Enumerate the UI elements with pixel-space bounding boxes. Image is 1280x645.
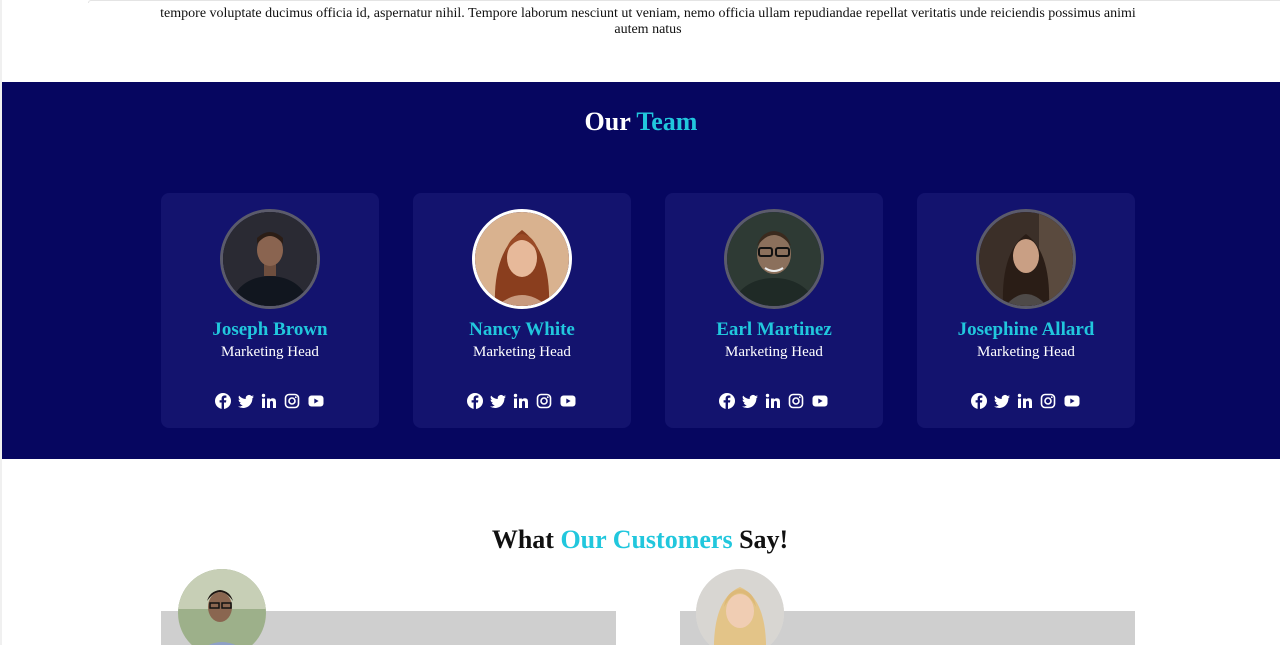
avatar (472, 209, 572, 309)
social-links (917, 393, 1135, 409)
social-links (665, 393, 883, 409)
instagram-icon[interactable] (1040, 393, 1056, 409)
team-section: Our Team Joseph Brown Marketing Head Nan… (2, 82, 1280, 459)
member-role: Marketing Head (473, 344, 571, 360)
facebook-icon[interactable] (719, 393, 735, 409)
avatar-photo-earl (727, 212, 821, 306)
testimonial-avatar (178, 569, 266, 645)
customers-title-prefix: What (491, 525, 554, 554)
linkedin-icon[interactable] (513, 393, 529, 409)
team-title-prefix: Our (584, 107, 631, 136)
twitter-icon[interactable] (742, 393, 758, 409)
instagram-icon[interactable] (284, 393, 300, 409)
testimonial-avatar (696, 569, 784, 645)
twitter-icon[interactable] (490, 393, 506, 409)
avatar (976, 209, 1076, 309)
member-name: Joseph Brown (212, 319, 328, 340)
about-paragraph: tempore voluptate ducimus officia id, as… (160, 6, 1136, 37)
avatar-photo-nancy (475, 212, 569, 306)
social-links (161, 393, 379, 409)
youtube-icon[interactable] (811, 393, 829, 409)
avatar (220, 209, 320, 309)
youtube-icon[interactable] (1063, 393, 1081, 409)
member-role: Marketing Head (977, 344, 1075, 360)
avatar (724, 209, 824, 309)
member-role: Marketing Head (725, 344, 823, 360)
customers-title-accent: Our Customers (560, 525, 733, 554)
avatar-photo-joseph (223, 212, 317, 306)
twitter-icon[interactable] (238, 393, 254, 409)
team-card: Joseph Brown Marketing Head (161, 193, 379, 428)
testimonial-photo-man (178, 569, 266, 645)
member-name: Earl Martinez (716, 319, 832, 340)
customers-title-suffix: Say! (739, 525, 789, 554)
customers-title: What Our Customers Say! (0, 525, 1280, 555)
member-role: Marketing Head (221, 344, 319, 360)
testimonial-photo-woman (696, 569, 784, 645)
linkedin-icon[interactable] (1017, 393, 1033, 409)
team-card: Nancy White Marketing Head (413, 193, 631, 428)
facebook-icon[interactable] (971, 393, 987, 409)
linkedin-icon[interactable] (765, 393, 781, 409)
member-name: Josephine Allard (957, 319, 1095, 340)
team-title-accent: Team (636, 107, 698, 136)
facebook-icon[interactable] (215, 393, 231, 409)
team-title: Our Team (2, 107, 1280, 137)
team-card: Josephine Allard Marketing Head (917, 193, 1135, 428)
facebook-icon[interactable] (467, 393, 483, 409)
youtube-icon[interactable] (559, 393, 577, 409)
member-name: Nancy White (469, 319, 575, 340)
instagram-icon[interactable] (536, 393, 552, 409)
avatar-photo-josephine (979, 212, 1073, 306)
youtube-icon[interactable] (307, 393, 325, 409)
twitter-icon[interactable] (994, 393, 1010, 409)
instagram-icon[interactable] (788, 393, 804, 409)
team-card: Earl Martinez Marketing Head (665, 193, 883, 428)
browser-frame-edge (88, 0, 1280, 3)
linkedin-icon[interactable] (261, 393, 277, 409)
social-links (413, 393, 631, 409)
